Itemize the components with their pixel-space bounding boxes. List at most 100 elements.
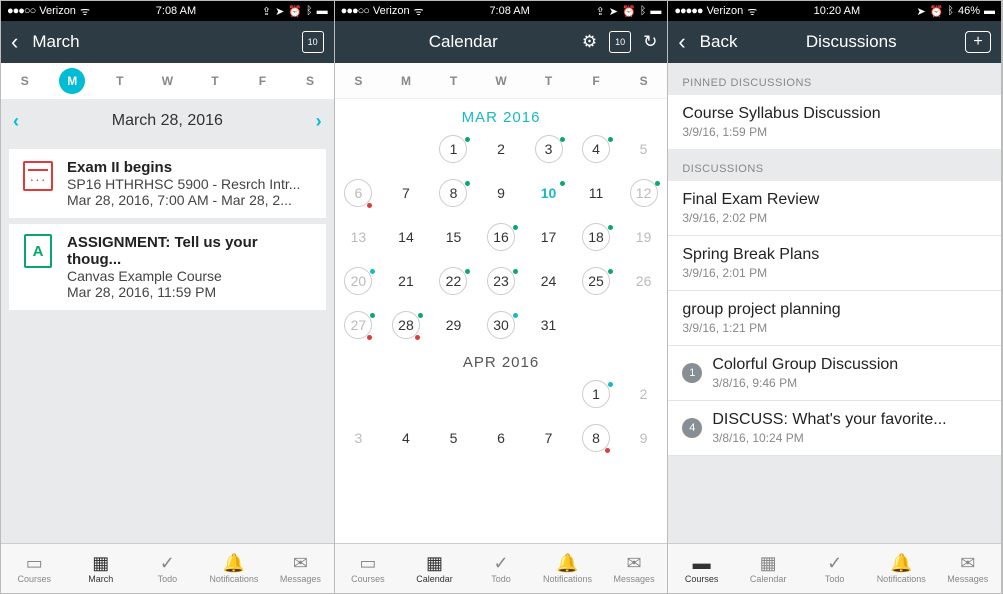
tab-march[interactable]: ▦March [68, 544, 135, 593]
tab-notifications[interactable]: 🔔Notifications [534, 544, 601, 593]
apr-4[interactable]: 4 [382, 423, 430, 453]
day[interactable] [335, 134, 383, 164]
weekday-t[interactable]: T [96, 74, 144, 88]
day-28[interactable]: 28 [382, 310, 430, 340]
apr-5[interactable]: 5 [430, 423, 478, 453]
day-10-today[interactable]: 10 [525, 178, 573, 208]
day-1[interactable]: 1 [430, 134, 478, 164]
day [525, 379, 573, 409]
nav-title: Discussions [806, 32, 897, 52]
assignment-card[interactable]: A ASSIGNMENT: Tell us your thoug... Canv… [9, 224, 326, 310]
tab-messages[interactable]: ✉Messages [267, 544, 334, 593]
day-6[interactable]: 6 [335, 178, 383, 208]
bluetooth-icon: ᛒ [306, 5, 313, 17]
day-7[interactable]: 7 [382, 178, 430, 208]
weekday-f[interactable]: F [239, 74, 287, 88]
day-26[interactable]: 26 [620, 266, 668, 296]
alarm-icon: ⏰ [930, 5, 944, 18]
month-grid-apr: 1 2 3 4 5 6 7 8 9 [335, 379, 668, 453]
discussion-row[interactable]: Final Exam Review3/9/16, 2:02 PM [668, 181, 1001, 236]
row-title: group project planning [682, 301, 840, 319]
apr-9[interactable]: 9 [620, 423, 668, 453]
row-ts: 3/8/16, 9:46 PM [712, 376, 898, 390]
day-3[interactable]: 3 [525, 134, 573, 164]
day-29[interactable]: 29 [430, 310, 478, 340]
discussion-row[interactable]: 1Colorful Group Discussion3/8/16, 9:46 P… [668, 346, 1001, 401]
tab-messages[interactable]: ✉Messages [601, 544, 668, 593]
tab-label: Calendar [750, 574, 787, 584]
tab-courses[interactable]: ▭Courses [335, 544, 402, 593]
tab-messages[interactable]: ✉Messages [934, 544, 1001, 593]
apr-1[interactable]: 1 [572, 379, 620, 409]
day-14[interactable]: 14 [382, 222, 430, 252]
day-11[interactable]: 11 [572, 178, 620, 208]
weekday-s[interactable]: S [1, 74, 49, 88]
weekday-m-active[interactable]: M [59, 68, 85, 94]
event-card[interactable]: Exam II begins SP16 HTHRHSC 5900 - Resrc… [9, 149, 326, 218]
event-course: SP16 HTHRHSC 5900 - Resrch Intr... [67, 176, 300, 192]
apr-7[interactable]: 7 [525, 423, 573, 453]
tab-calendar[interactable]: ▦Calendar [735, 544, 802, 593]
prev-day-button[interactable]: ‹ [13, 111, 19, 132]
apr-6[interactable]: 6 [477, 423, 525, 453]
settings-icon[interactable]: ⚙ [582, 32, 597, 52]
discussion-row[interactable]: Spring Break Plans3/9/16, 2:01 PM [668, 236, 1001, 291]
apr-3[interactable]: 3 [335, 423, 383, 453]
tab-calendar[interactable]: ▦Calendar [401, 544, 468, 593]
refresh-icon[interactable]: ↻ [643, 32, 657, 52]
check-icon: ✓ [160, 554, 175, 572]
day-23[interactable]: 23 [477, 266, 525, 296]
compose-button[interactable]: + [965, 31, 991, 53]
day-20[interactable]: 20 [335, 266, 383, 296]
day-18[interactable]: 18 [572, 222, 620, 252]
tab-todo[interactable]: ✓Todo [801, 544, 868, 593]
day-9[interactable]: 9 [477, 178, 525, 208]
nav-back[interactable]: ‹Back [678, 29, 737, 55]
tab-todo[interactable]: ✓Todo [468, 544, 535, 593]
tab-courses[interactable]: ▭Courses [1, 544, 68, 593]
nav-back[interactable]: ‹March [11, 29, 80, 55]
weekday-s2[interactable]: S [286, 74, 333, 88]
calendar-tab-icon: ▦ [92, 554, 109, 572]
tab-label: Todo [158, 574, 178, 584]
content: PINNED DISCUSSIONS Course Syllabus Discu… [668, 63, 1001, 543]
day[interactable] [382, 134, 430, 164]
today-icon[interactable]: 10 [609, 31, 631, 53]
day-5[interactable]: 5 [620, 134, 668, 164]
day-4[interactable]: 4 [572, 134, 620, 164]
day-12[interactable]: 12 [620, 178, 668, 208]
location-icon: ➤ [609, 5, 618, 18]
tab-notifications[interactable]: 🔔Notifications [201, 544, 268, 593]
day-16[interactable]: 16 [477, 222, 525, 252]
next-day-button[interactable]: › [316, 111, 322, 132]
weekday-w[interactable]: W [144, 74, 192, 88]
tab-label: Messages [614, 574, 655, 584]
screen-day-view: ●●●○○Verizonᯤ 7:08 AM ⇪➤⏰ᛒ▬ ‹March 10 S … [1, 1, 335, 593]
apr-2[interactable]: 2 [620, 379, 668, 409]
day-13[interactable]: 13 [335, 222, 383, 252]
weekday-t2[interactable]: T [191, 74, 239, 88]
day-2[interactable]: 2 [477, 134, 525, 164]
day-27[interactable]: 27 [335, 310, 383, 340]
apr-8[interactable]: 8 [572, 423, 620, 453]
tab-todo[interactable]: ✓ Todo [134, 544, 201, 593]
day-22[interactable]: 22 [430, 266, 478, 296]
calendar-tab-icon: ▦ [426, 554, 443, 572]
day-31[interactable]: 31 [525, 310, 573, 340]
day-8[interactable]: 8 [430, 178, 478, 208]
day-25[interactable]: 25 [572, 266, 620, 296]
tab-notifications[interactable]: 🔔Notifications [868, 544, 935, 593]
day-15[interactable]: 15 [430, 222, 478, 252]
day-30[interactable]: 30 [477, 310, 525, 340]
tab-label: Courses [685, 574, 719, 584]
day-17[interactable]: 17 [525, 222, 573, 252]
day-21[interactable]: 21 [382, 266, 430, 296]
discussion-row[interactable]: 4DISCUSS: What's your favorite...3/8/16,… [668, 401, 1001, 456]
today-icon[interactable]: 10 [302, 31, 324, 53]
screen-discussions: ●●●●●Verizonᯤ 10:20 AM ➤⏰ᛒ46%▬ ‹Back Dis… [668, 1, 1002, 593]
tab-courses[interactable]: ▬Courses [668, 544, 735, 593]
day-24[interactable]: 24 [525, 266, 573, 296]
discussion-row[interactable]: group project planning3/9/16, 1:21 PM [668, 291, 1001, 346]
discussion-row[interactable]: Course Syllabus Discussion3/9/16, 1:59 P… [668, 95, 1001, 149]
day-19[interactable]: 19 [620, 222, 668, 252]
